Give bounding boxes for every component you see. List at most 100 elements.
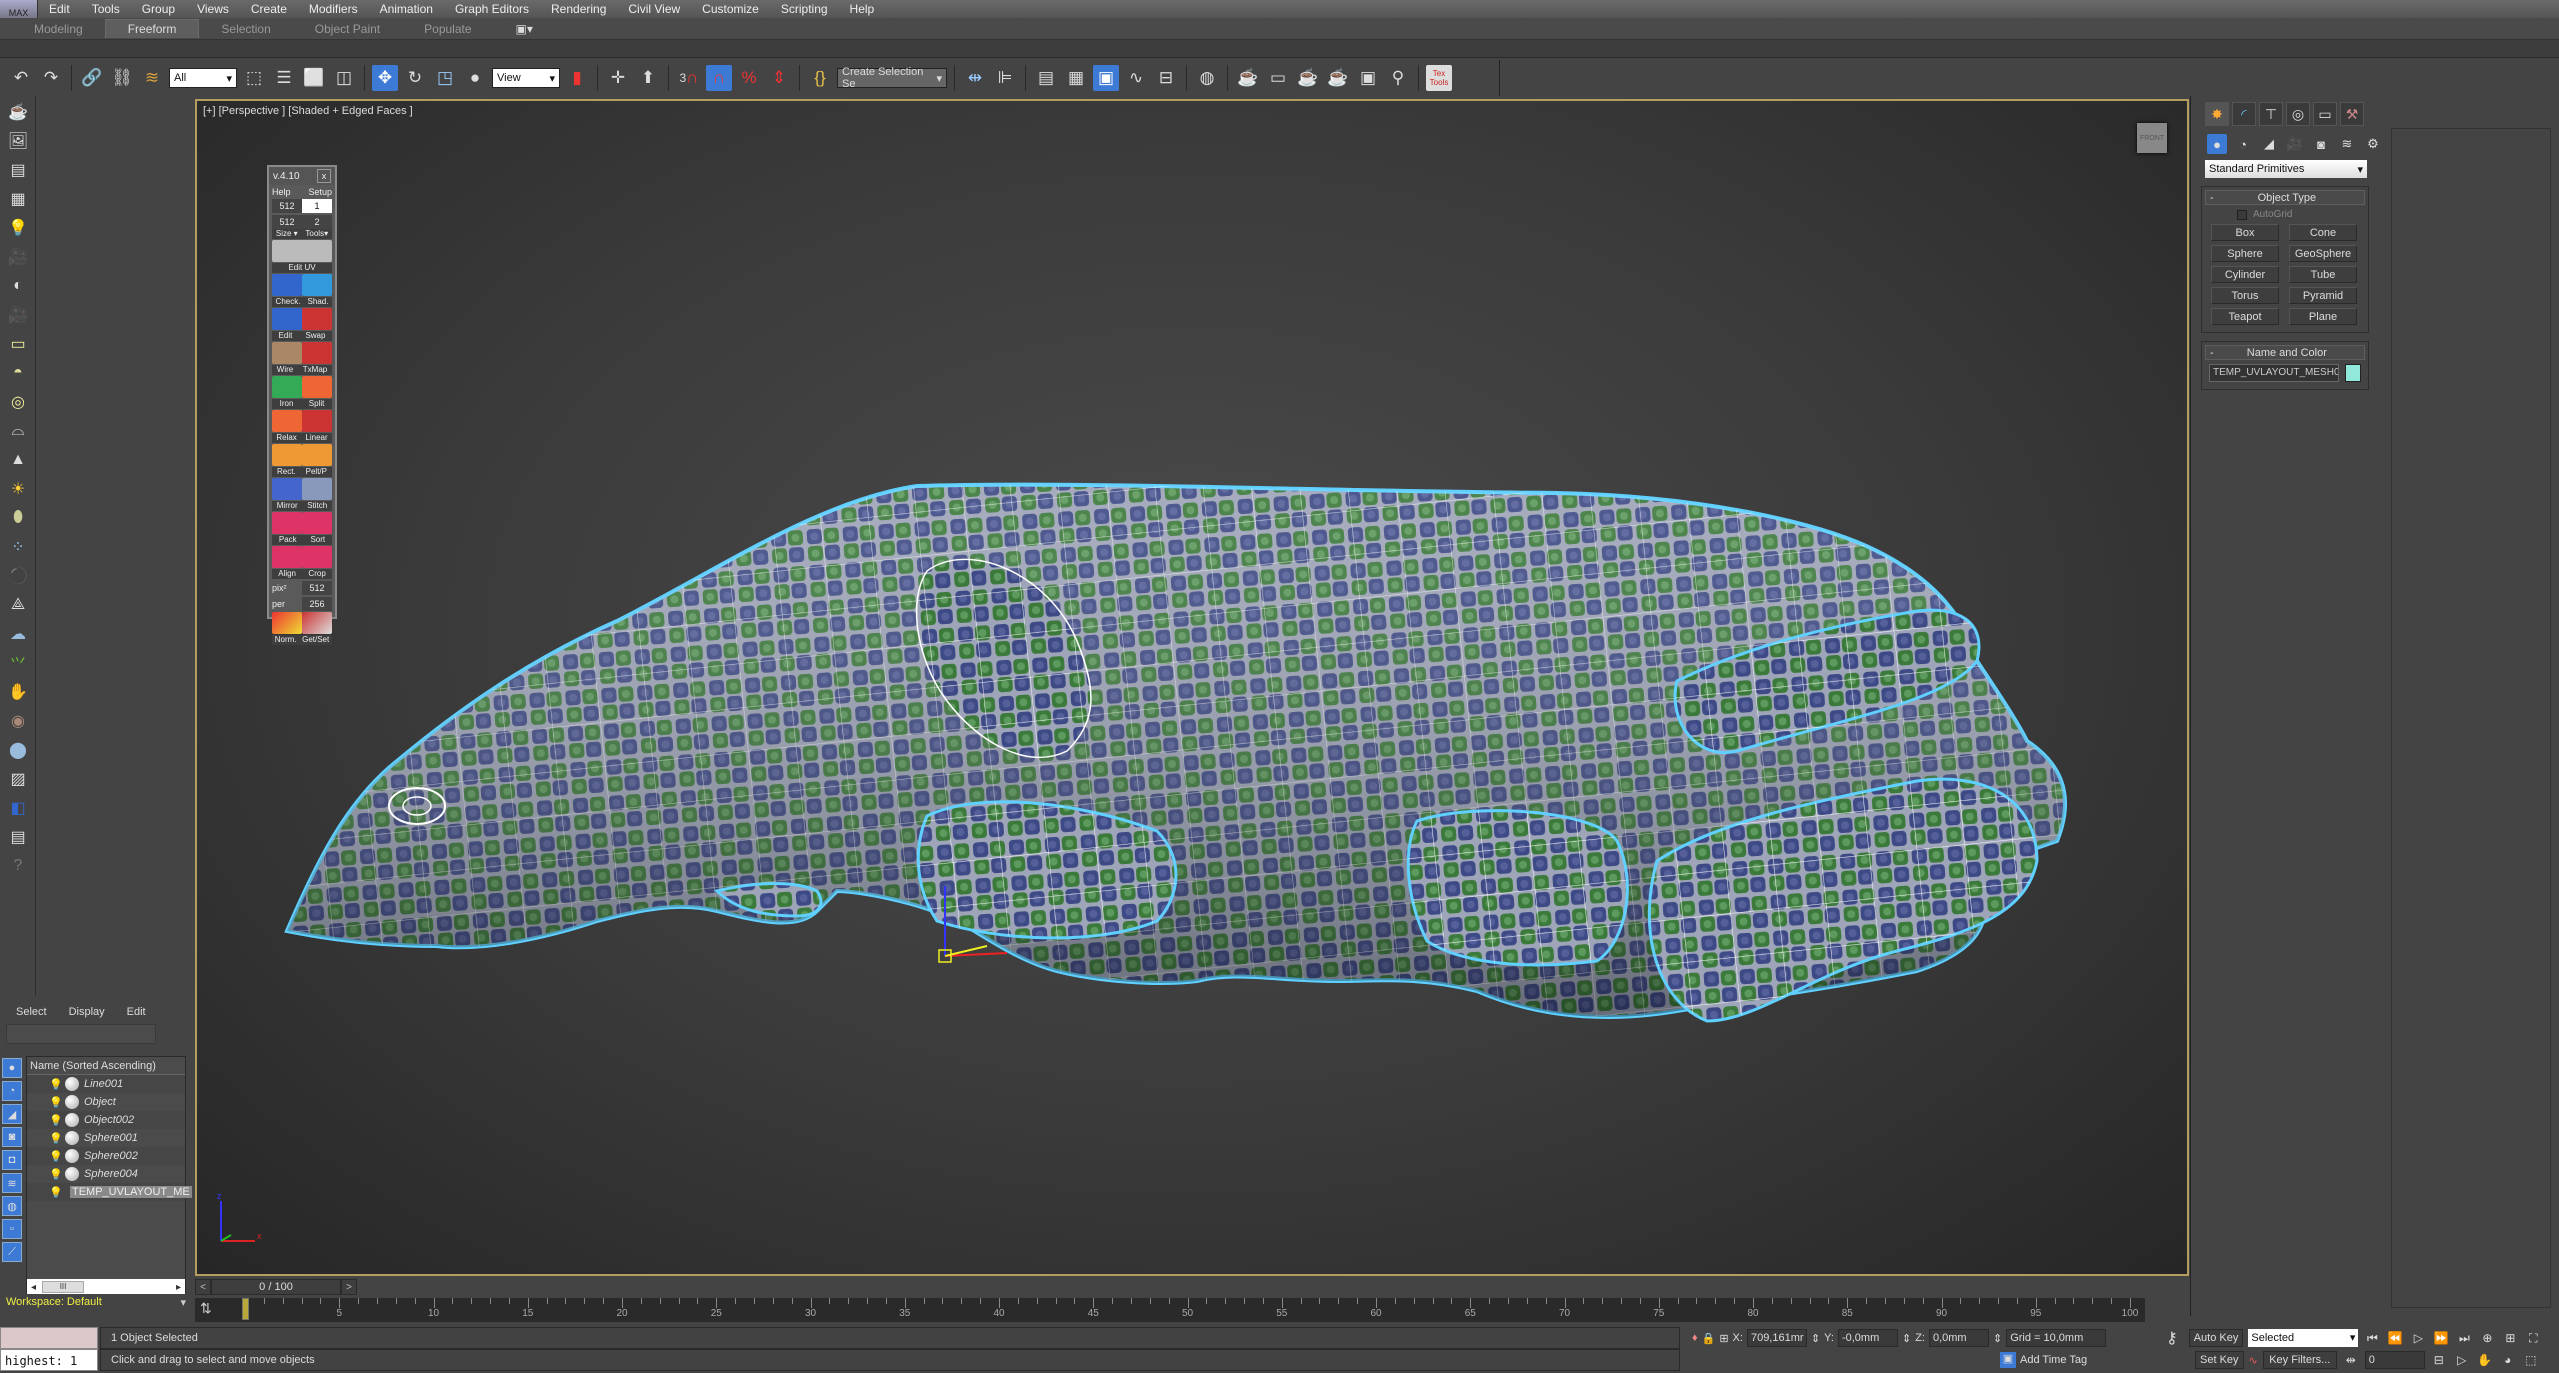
y-spinner[interactable]: ⇕ bbox=[1902, 1332, 1911, 1345]
utilities-tab[interactable]: ⚒ bbox=[2340, 102, 2364, 126]
mirror-icon[interactable]: ⇹ bbox=[962, 65, 988, 91]
setup-button[interactable]: Setup bbox=[308, 187, 332, 197]
ox-hair-icon[interactable]: ◉ bbox=[3, 708, 33, 734]
cameras-icon[interactable]: 🎥 bbox=[2285, 134, 2305, 154]
render-iterative-icon[interactable]: ☕ bbox=[1325, 65, 1351, 91]
help-button[interactable]: Help bbox=[272, 187, 291, 197]
key-tangent-icon[interactable]: ∿ bbox=[2249, 1354, 2258, 1367]
curve-editor-icon[interactable]: ∿ bbox=[1123, 65, 1149, 91]
menu-tools[interactable]: Tools bbox=[81, 2, 131, 16]
viewport-perspective[interactable]: [+] [Perspective ] [Shaded + Edged Faces… bbox=[195, 99, 2189, 1276]
menu-scripting[interactable]: Scripting bbox=[770, 2, 839, 16]
model-mesh[interactable] bbox=[197, 101, 2189, 1276]
space-warps-icon[interactable]: ≋ bbox=[2337, 134, 2357, 154]
ribbon-tab-modeling[interactable]: Modeling bbox=[12, 20, 105, 38]
skylight-icon[interactable]: ◓ bbox=[3, 360, 33, 386]
zoom-icon[interactable]: ⊕ bbox=[2478, 1331, 2496, 1345]
select-place-icon[interactable]: ● bbox=[462, 65, 488, 91]
ribbon-options-icon[interactable]: ▣▾ bbox=[494, 20, 555, 38]
render-sphere-icon[interactable] bbox=[65, 1149, 79, 1163]
size-menu[interactable]: Size ▾ bbox=[276, 229, 298, 239]
orbit-icon[interactable]: ◕ bbox=[2499, 1353, 2517, 1367]
menu-views[interactable]: Views bbox=[186, 2, 240, 16]
light-bulb-icon[interactable]: 💡 bbox=[49, 1150, 63, 1163]
current-frame-marker[interactable] bbox=[242, 1298, 249, 1320]
maxscript-input[interactable] bbox=[0, 1327, 98, 1349]
get-set-icon[interactable] bbox=[302, 612, 332, 634]
display-spacewarps-icon[interactable]: ≋ bbox=[2, 1173, 22, 1193]
render-frame-icon[interactable]: 🖼 bbox=[3, 128, 33, 154]
scene-list-item[interactable]: 💡 Object002 bbox=[27, 1111, 185, 1129]
light-bulb-icon[interactable]: 💡 bbox=[49, 1132, 63, 1145]
light-bulb-icon[interactable]: 💡 bbox=[49, 1186, 63, 1199]
uv-check-icon[interactable] bbox=[272, 274, 302, 296]
help-icon[interactable]: ? bbox=[3, 853, 33, 879]
viewport-label[interactable]: [+] [Perspective ] [Shaded + Edged Faces… bbox=[203, 105, 413, 117]
time-tag-icon[interactable]: ▣ bbox=[2000, 1352, 2016, 1368]
ribbon-tab-populate[interactable]: Populate bbox=[402, 20, 493, 38]
current-frame-field[interactable]: 0 bbox=[2364, 1351, 2425, 1369]
panel-icon[interactable]: ▤ bbox=[3, 157, 33, 183]
material-map-icon[interactable]: ▨ bbox=[3, 766, 33, 792]
grid-panel-icon[interactable]: ▦ bbox=[3, 186, 33, 212]
horizontal-scrollbar[interactable]: ◂ III ▸ bbox=[27, 1279, 185, 1295]
uv-shad-icon[interactable] bbox=[302, 274, 332, 296]
uv-swap-icon[interactable] bbox=[302, 308, 332, 330]
teapot-icon[interactable]: ☕ bbox=[3, 99, 33, 125]
name-column-header[interactable]: Name (Sorted Ascending) bbox=[27, 1057, 185, 1075]
scene-list-item[interactable]: 💡 Line001 bbox=[27, 1075, 185, 1093]
uv-split-icon[interactable] bbox=[302, 376, 332, 398]
add-time-tag[interactable]: Add Time Tag bbox=[2020, 1354, 2087, 1366]
uv-linear-icon[interactable] bbox=[302, 410, 332, 432]
ribbon-tab-object-paint[interactable]: Object Paint bbox=[293, 20, 402, 38]
z-coord-field[interactable]: 0,0mm bbox=[1928, 1329, 1989, 1347]
camera-icon[interactable]: 🎥 bbox=[3, 244, 33, 270]
viewcube[interactable]: FRONT bbox=[2137, 123, 2167, 153]
sphere-material-icon[interactable]: ⬤ bbox=[3, 737, 33, 763]
maxscript-listener[interactable]: highest: 1 bbox=[0, 1327, 98, 1373]
play-icon[interactable]: ▷ bbox=[2409, 1331, 2427, 1345]
key-mode-toggle-icon[interactable]: ⇹ bbox=[2342, 1353, 2360, 1367]
prev-key-icon[interactable]: ⏪ bbox=[2386, 1331, 2404, 1345]
menu-animation[interactable]: Animation bbox=[369, 2, 444, 16]
helpers-icon[interactable]: ◙ bbox=[2311, 134, 2331, 154]
create-teapot-button[interactable]: Teapot bbox=[2211, 308, 2279, 325]
absolute-mode-icon[interactable]: ⊞ bbox=[1719, 1332, 1728, 1345]
lights-icon[interactable]: ◢ bbox=[2259, 134, 2279, 154]
maxscript-output[interactable]: highest: 1 bbox=[0, 1349, 98, 1371]
maximize-viewport-icon[interactable]: ⬚ bbox=[2522, 1353, 2540, 1367]
geometry-icon[interactable]: ● bbox=[2207, 134, 2227, 154]
angle-snap-icon[interactable]: ∩ bbox=[706, 65, 732, 91]
display-xrefs-icon[interactable]: ▫ bbox=[2, 1219, 22, 1239]
uv-txmap-icon[interactable] bbox=[302, 342, 332, 364]
x-coord-field[interactable]: 709,161mr bbox=[1746, 1329, 1807, 1347]
scroll-thumb[interactable]: III bbox=[42, 1281, 85, 1293]
scene-explorer-toggle-icon[interactable]: ▣ bbox=[1093, 65, 1119, 91]
auto-key-button[interactable]: Auto Key bbox=[2188, 1329, 2244, 1347]
create-pyramid-button[interactable]: Pyramid bbox=[2289, 287, 2357, 304]
selection-lock-icon[interactable]: 🔒 bbox=[1702, 1332, 1716, 1345]
scene-menu-edit[interactable]: Edit bbox=[127, 1006, 146, 1018]
edit-uv-icon[interactable] bbox=[272, 240, 332, 262]
uv-stitch-icon[interactable] bbox=[302, 478, 332, 500]
goto-end-icon[interactable]: ⏭ bbox=[2455, 1331, 2473, 1346]
display-shapes-icon[interactable]: ◔ bbox=[2, 1081, 22, 1101]
category-dropdown[interactable]: Standard Primitives ▾ bbox=[2205, 160, 2367, 178]
y-coord-field[interactable]: -0,0mm bbox=[1837, 1329, 1898, 1347]
time-slider-thumb[interactable]: 0 / 100 bbox=[211, 1279, 341, 1295]
scroll-right-icon[interactable]: ▸ bbox=[176, 1282, 181, 1293]
selection-filter-dropdown[interactable]: All ▾ bbox=[169, 68, 237, 88]
size-field-1[interactable]: 512 bbox=[272, 199, 302, 213]
create-cylinder-button[interactable]: Cylinder bbox=[2211, 266, 2279, 283]
select-rotate-icon[interactable]: ↻ bbox=[402, 65, 428, 91]
next-key-icon[interactable]: ⏩ bbox=[2432, 1331, 2450, 1345]
rect-selection-icon[interactable]: ⬜ bbox=[301, 65, 327, 91]
modify-tab[interactable]: ◜ bbox=[2232, 102, 2256, 126]
light-lister-icon[interactable]: 💡 bbox=[3, 215, 33, 241]
zoom-extents-icon[interactable]: ⛶ bbox=[2524, 1331, 2542, 1346]
edit-named-selection-icon[interactable]: {} bbox=[807, 65, 833, 91]
key-filters-button[interactable]: Key Filters... bbox=[2262, 1351, 2337, 1369]
snaps-toggle-icon[interactable]: 3 ∩ bbox=[676, 65, 702, 91]
script-icon[interactable]: ▤ bbox=[3, 824, 33, 850]
scene-search-input[interactable] bbox=[6, 1024, 156, 1044]
